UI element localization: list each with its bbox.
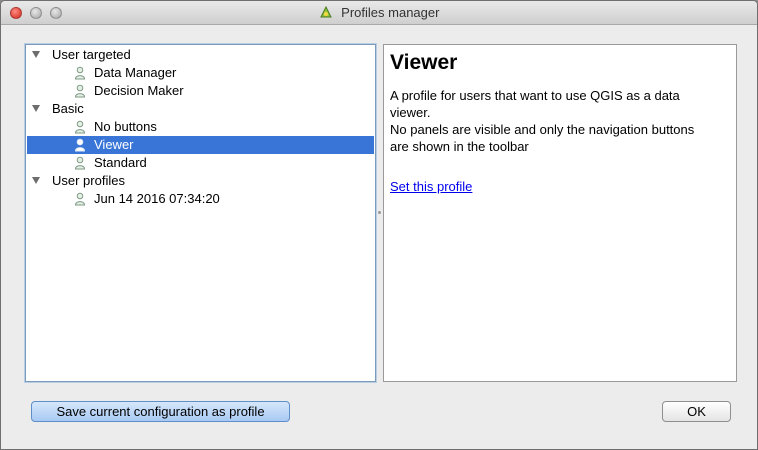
tree-group-basic[interactable]: Basic (27, 100, 374, 118)
ok-button[interactable]: OK (662, 401, 731, 422)
tree-item-standard[interactable]: Standard (27, 154, 374, 172)
tree-item-label: Viewer (94, 137, 134, 152)
title-bar: Profiles manager (1, 1, 757, 25)
window-title: Profiles manager (341, 5, 440, 20)
profile-detail-panel: Viewer A profile for users that want to … (383, 44, 737, 382)
user-profile-icon (74, 120, 86, 134)
save-current-configuration-button[interactable]: Save current configuration as profile (31, 401, 290, 422)
tree-item-no-buttons[interactable]: No buttons (27, 118, 374, 136)
expand-triangle-icon[interactable] (32, 51, 40, 58)
tree-group-label: User targeted (52, 47, 131, 62)
profiles-manager-window: Profiles manager User targeted Data Mana… (0, 0, 758, 450)
profile-description: A profile for users that want to use QGI… (390, 87, 730, 155)
user-profile-icon (74, 192, 86, 206)
tree-group-label: User profiles (52, 173, 125, 188)
user-profile-icon (74, 66, 86, 80)
tree-item-label: No buttons (94, 119, 157, 134)
expand-triangle-icon[interactable] (32, 177, 40, 184)
user-profile-icon (74, 156, 86, 170)
profiles-tree[interactable]: User targeted Data Manager Decision Make… (25, 44, 376, 382)
expand-triangle-icon[interactable] (32, 105, 40, 112)
profile-title: Viewer (390, 51, 458, 74)
user-profile-icon (74, 84, 86, 98)
tree-group-label: Basic (52, 101, 84, 116)
tree-item-label: Jun 14 2016 07:34:20 (94, 191, 220, 206)
tree-item-saved-profile[interactable]: Jun 14 2016 07:34:20 (27, 190, 374, 208)
tree-item-label: Standard (94, 155, 147, 170)
set-this-profile-link[interactable]: Set this profile (390, 179, 472, 194)
window-title-area: Profiles manager (1, 5, 757, 20)
tree-item-label: Data Manager (94, 65, 177, 80)
tree-item-data-manager[interactable]: Data Manager (27, 64, 374, 82)
profile-description-text: A profile for users that want to use QGI… (390, 88, 695, 154)
tree-item-label: Decision Maker (94, 83, 184, 98)
tree-group-user-targeted[interactable]: User targeted (27, 46, 374, 64)
tree-group-user-profiles[interactable]: User profiles (27, 172, 374, 190)
splitter-handle[interactable] (378, 211, 381, 214)
user-profile-icon (74, 138, 86, 152)
qgis-logo-icon (319, 5, 332, 18)
tree-item-viewer[interactable]: Viewer (27, 136, 374, 154)
tree-item-decision-maker[interactable]: Decision Maker (27, 82, 374, 100)
